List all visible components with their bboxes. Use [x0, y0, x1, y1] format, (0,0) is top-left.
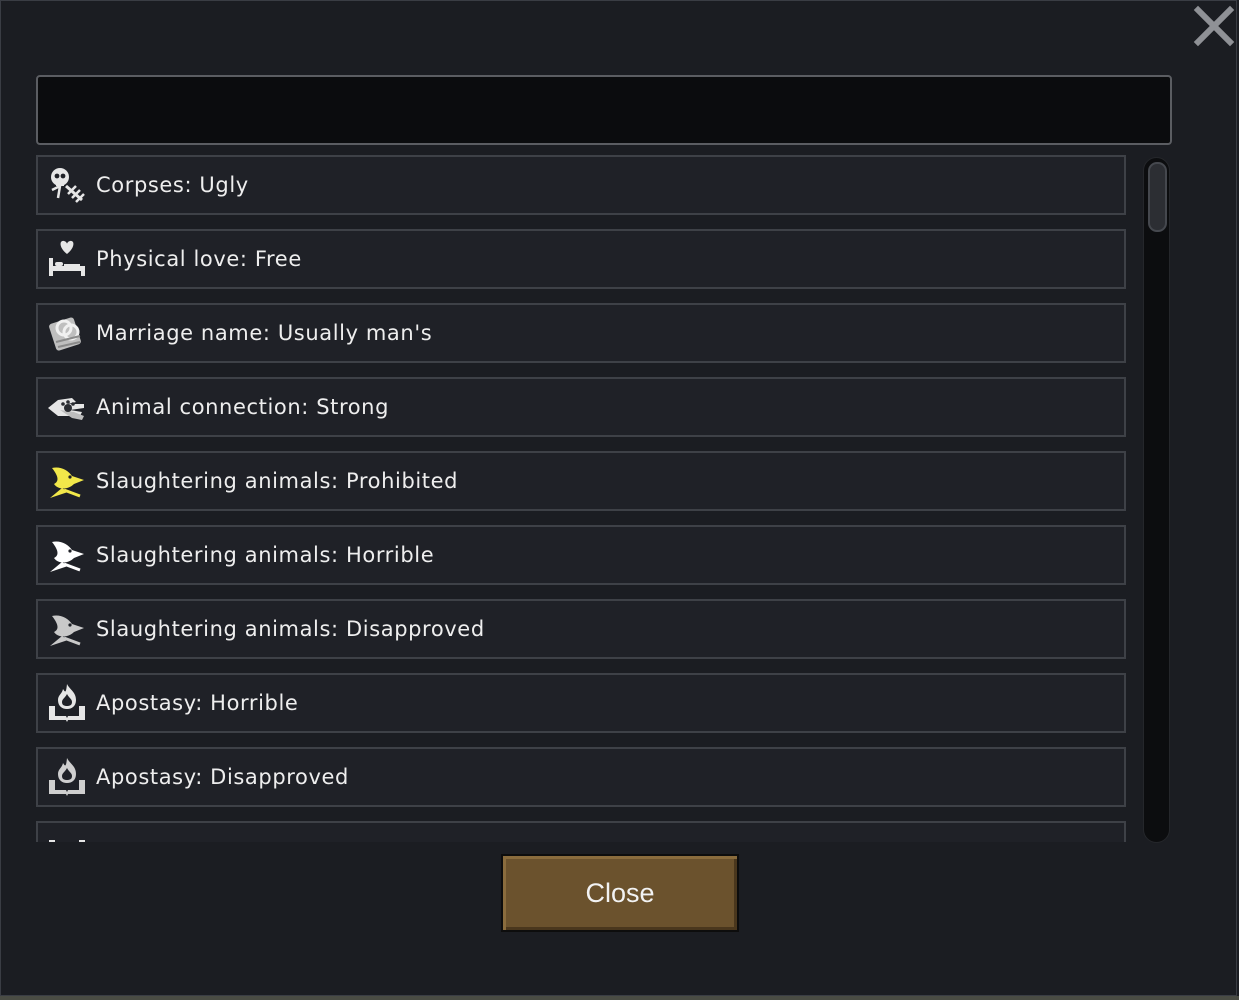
list-item[interactable]: Apostasy: Horrible	[36, 673, 1126, 733]
flame-book-icon	[49, 684, 85, 722]
scroll-rings-icon	[49, 317, 81, 351]
scrollbar-thumb[interactable]	[1148, 162, 1167, 232]
flame-book-icon	[49, 758, 85, 796]
bed-heart-icon	[49, 240, 85, 276]
list-item-label: Corpses: Ugly	[96, 173, 249, 197]
list-item-label: Slaughtering animals: Prohibited	[96, 469, 459, 493]
list-item-label: Apostasy: Disapproved	[96, 765, 349, 789]
bird-knife-icon	[50, 541, 84, 572]
list-item-label: Physical love: Free	[96, 247, 302, 271]
list-item[interactable]: Slaughtering animals: Disapproved	[36, 599, 1126, 659]
skeleton-icon	[51, 168, 85, 203]
bird-knife-icon	[50, 615, 84, 646]
close-icon[interactable]	[1193, 5, 1235, 47]
dialog-window: Corpses: Ugly Physical love: Free Marria…	[0, 0, 1237, 996]
list-item-label: Animal connection: Strong	[96, 395, 390, 419]
list-item[interactable]: Corpses: Ugly	[36, 155, 1126, 215]
list-item[interactable]: Marriage name: Usually man's	[36, 303, 1126, 363]
list-item-label: Slaughtering animals: Horrible	[96, 543, 435, 567]
list-item-label: Slaughtering animals: Disapproved	[96, 617, 485, 641]
list-item[interactable]: Physical love: Free	[36, 229, 1126, 289]
close-button[interactable]: Close	[501, 854, 739, 932]
book-icon	[49, 840, 85, 842]
list-item[interactable]: Apostasy: Disapproved	[36, 747, 1126, 807]
list-item[interactable]: Slaughtering animals: Prohibited	[36, 451, 1126, 511]
bird-knife-icon	[50, 467, 84, 498]
list-item-label: Apostasy: Horrible	[96, 691, 299, 715]
list-item[interactable]	[36, 821, 1126, 842]
list-item-label: Marriage name: Usually man's	[96, 321, 433, 345]
hand-paw-icon	[48, 398, 84, 420]
precept-list: Corpses: Ugly Physical love: Free Marria…	[36, 155, 1128, 842]
list-item[interactable]: Slaughtering animals: Horrible	[36, 525, 1126, 585]
search-input[interactable]	[36, 75, 1172, 145]
scrollbar[interactable]	[1143, 157, 1170, 843]
background-strip	[0, 996, 1239, 1000]
list-item[interactable]: Animal connection: Strong	[36, 377, 1126, 437]
